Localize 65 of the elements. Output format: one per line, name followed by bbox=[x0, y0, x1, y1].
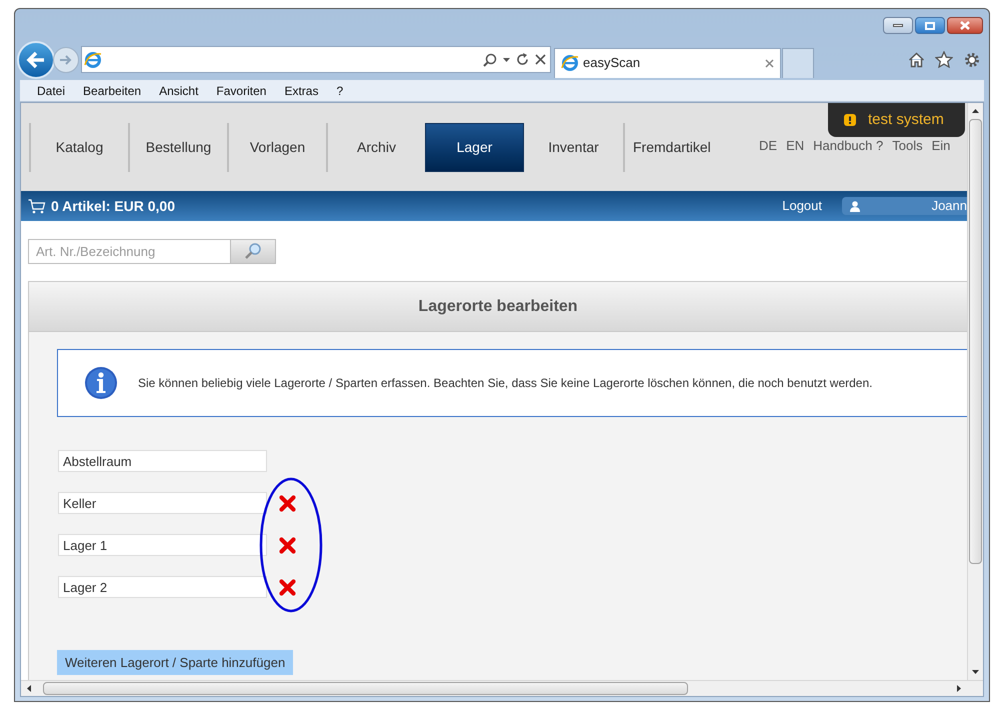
panel-title: Lagerorte bearbeiten bbox=[418, 296, 578, 316]
info-icon bbox=[84, 366, 118, 400]
header-link[interactable]: EN bbox=[786, 136, 804, 156]
delete-icon[interactable] bbox=[279, 494, 296, 512]
menu-item[interactable]: Ansicht bbox=[159, 82, 198, 100]
forward-arrow-icon bbox=[59, 54, 73, 66]
header-link[interactable]: DE bbox=[759, 136, 778, 156]
settings-icon[interactable] bbox=[963, 50, 981, 68]
header-link[interactable]: Ein bbox=[932, 136, 950, 156]
search-icon[interactable] bbox=[483, 52, 497, 66]
browser-tab[interactable]: easyScan bbox=[554, 48, 781, 78]
minimize-button[interactable] bbox=[883, 17, 913, 34]
scroll-up-icon[interactable] bbox=[972, 109, 979, 113]
warning-icon bbox=[844, 114, 856, 126]
user-name: Joann bbox=[932, 197, 967, 216]
scroll-thumb[interactable] bbox=[969, 119, 982, 564]
scroll-thumb[interactable] bbox=[43, 682, 688, 695]
scroll-right-icon[interactable] bbox=[957, 685, 961, 692]
logout-link[interactable]: Logout bbox=[782, 196, 822, 216]
scroll-left-icon[interactable] bbox=[27, 685, 31, 692]
menu-item[interactable]: Favoriten bbox=[216, 82, 266, 100]
header-link[interactable]: Handbuch ? bbox=[813, 136, 884, 156]
stop-icon[interactable] bbox=[535, 54, 546, 65]
maximize-button[interactable] bbox=[915, 17, 945, 34]
cart-icon bbox=[28, 198, 46, 214]
browser-logo-icon bbox=[84, 50, 102, 68]
nav-tab[interactable]: Fremdartikel bbox=[623, 122, 731, 172]
delete-icon[interactable] bbox=[279, 578, 296, 596]
info-text: Sie können beliebig viele Lagerorte / Sparten erfassen. Beachten Sie, dass Sie keine Lagerorte löschen können, die noch benutzt werden. bbox=[138, 375, 872, 392]
star-icon[interactable] bbox=[935, 51, 953, 68]
close-window-button[interactable] bbox=[947, 17, 983, 34]
back-button[interactable] bbox=[17, 40, 55, 78]
user-field[interactable]: Joann bbox=[842, 197, 967, 215]
nav-tab[interactable]: Katalog bbox=[29, 122, 128, 172]
add-location-button[interactable]: Weiteren Lagerort / Sparte hinzufügen bbox=[57, 650, 294, 675]
close-tab-icon[interactable] bbox=[765, 58, 774, 68]
search-field[interactable]: Art. Nr./Bezeichnung bbox=[28, 238, 231, 264]
search-icon bbox=[244, 242, 262, 260]
refresh-icon[interactable] bbox=[516, 53, 529, 66]
location-field[interactable]: Lager 2 bbox=[58, 576, 267, 598]
horizontal-scrollbar[interactable] bbox=[21, 680, 983, 696]
menu-item[interactable]: Bearbeiten bbox=[83, 82, 142, 100]
browser-logo-icon bbox=[561, 54, 579, 72]
vertical-scrollbar[interactable] bbox=[967, 103, 983, 680]
menu-item[interactable]: Extras bbox=[284, 82, 318, 100]
menu-item[interactable]: Datei bbox=[37, 82, 66, 100]
scroll-down-icon[interactable] bbox=[972, 670, 979, 674]
home-icon[interactable] bbox=[908, 52, 925, 68]
delete-icon[interactable] bbox=[279, 536, 296, 554]
location-field[interactable]: Abstellraum bbox=[58, 450, 267, 472]
back-arrow-icon bbox=[26, 50, 46, 68]
user-icon bbox=[850, 200, 860, 212]
tab-title: easyScan bbox=[583, 54, 642, 72]
close-icon bbox=[960, 21, 970, 30]
nav-tab[interactable]: Lager bbox=[425, 122, 524, 172]
location-field[interactable]: Lager 1 bbox=[58, 534, 267, 556]
header-link[interactable]: Tools bbox=[892, 136, 923, 156]
nav-tab[interactable]: Vorlagen bbox=[227, 122, 326, 172]
cart-summary: 0 Artikel: EUR 0,00 bbox=[51, 196, 175, 216]
dropdown-caret-icon[interactable] bbox=[503, 58, 510, 62]
badge-label: test system bbox=[868, 110, 944, 130]
nav-tab[interactable]: Bestellung bbox=[128, 122, 227, 172]
location-field[interactable]: Keller bbox=[58, 492, 267, 514]
menu-item[interactable]: ? bbox=[336, 82, 344, 100]
nav-tab[interactable]: Inventar bbox=[524, 122, 623, 172]
